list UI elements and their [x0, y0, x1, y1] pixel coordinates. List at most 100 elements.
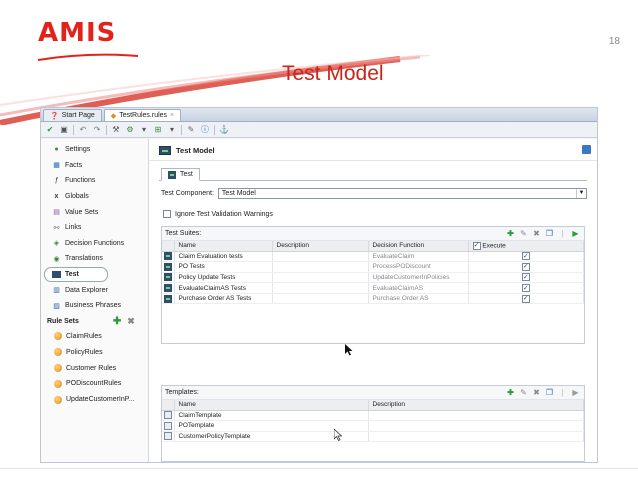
- sidebar-item-test[interactable]: Test: [44, 266, 108, 283]
- toolbar: ✔ ▣ ↶ ↷ ⚒ ⚙ ▾ ⊞ ▾ ✎ ⓘ ⚓: [41, 122, 597, 138]
- table-header-description[interactable]: Description: [272, 241, 369, 252]
- tab-test[interactable]: Test: [161, 168, 200, 181]
- ruleset-item[interactable]: PolicyRules: [41, 344, 148, 360]
- copy-icon[interactable]: ❐: [545, 229, 554, 238]
- test-suites-header: Test Suites: ✚ ✎ ✖ ❐ | ▶: [162, 227, 584, 241]
- chevron-down-icon[interactable]: ▾: [139, 125, 149, 135]
- test-component-select[interactable]: Test Model ▼: [217, 187, 587, 199]
- gear-icon[interactable]: ⚙: [125, 125, 135, 135]
- suite-description[interactable]: [272, 272, 369, 284]
- add-icon[interactable]: ⊞: [153, 125, 163, 135]
- ignore-warnings-checkbox[interactable]: [163, 210, 171, 218]
- sidebar-item-translations[interactable]: ◉ Translations: [41, 251, 148, 267]
- table-header-name[interactable]: Name: [174, 241, 273, 252]
- sidebar-item-value-sets[interactable]: ▤ Value Sets: [41, 204, 148, 220]
- ruleset-item[interactable]: ClaimRules: [41, 329, 148, 345]
- ignore-warnings-row: Ignore Test Validation Warnings: [163, 208, 273, 220]
- suite-name[interactable]: Purchase Order AS Tests: [174, 293, 273, 305]
- execute-checkbox[interactable]: ✓: [521, 294, 530, 303]
- test-suite-icon: [164, 262, 172, 271]
- suite-name[interactable]: PO Tests: [174, 261, 273, 273]
- suite-description[interactable]: [272, 261, 369, 273]
- suite-function[interactable]: Purchase Order AS: [368, 293, 469, 305]
- sidebar-item-functions[interactable]: ƒ Functions: [41, 173, 148, 189]
- business-phrases-icon: ▨: [53, 302, 60, 310]
- table-header-decision-function[interactable]: Decision Function: [368, 241, 469, 252]
- table-header-row: Name Description Decision Function ✓ Exe…: [162, 241, 584, 252]
- execute-checkbox[interactable]: ✓: [521, 273, 530, 282]
- deploy-icon[interactable]: ⚓: [219, 125, 229, 135]
- chevron-down-icon[interactable]: ▾: [167, 125, 177, 135]
- table-row[interactable]: EvaluateClaimAS Tests EvaluateClaimAS ✓: [162, 282, 584, 294]
- undo-icon[interactable]: ↶: [78, 125, 88, 135]
- table-header-execute[interactable]: ✓ Execute: [468, 241, 584, 252]
- globals-icon: x: [54, 193, 59, 201]
- copy-icon[interactable]: ❐: [545, 388, 554, 397]
- table-row[interactable]: POTemplate: [162, 420, 584, 432]
- suite-function[interactable]: UpdateCustomerInPolicies: [368, 272, 469, 284]
- sidebar-item-globals[interactable]: x Globals: [41, 189, 148, 205]
- run-icon[interactable]: ▶: [571, 388, 580, 397]
- copy-icon[interactable]: [582, 145, 591, 154]
- table-row[interactable]: PO Tests ProcessPODiscount ✓: [162, 261, 584, 273]
- edit-icon[interactable]: ✎: [519, 388, 528, 397]
- tab-start-page[interactable]: ❓ Start Page: [43, 109, 102, 121]
- redo-icon[interactable]: ↷: [92, 125, 102, 135]
- delete-icon[interactable]: ✖: [127, 316, 135, 327]
- execute-checkbox[interactable]: ✓: [521, 284, 530, 293]
- suite-description[interactable]: [272, 282, 369, 294]
- add-icon[interactable]: ✚: [506, 388, 515, 397]
- execute-checkbox[interactable]: ✓: [521, 252, 530, 261]
- chevron-down-icon[interactable]: ▼: [576, 188, 586, 198]
- suite-name[interactable]: EvaluateClaimAS Tests: [174, 282, 273, 294]
- suite-function[interactable]: EvaluateClaimAS: [368, 282, 469, 294]
- delete-icon[interactable]: ✖: [532, 388, 541, 397]
- template-description[interactable]: [368, 431, 584, 443]
- add-icon[interactable]: ✚: [113, 316, 121, 327]
- template-description[interactable]: [368, 420, 584, 432]
- save-icon[interactable]: ▣: [59, 125, 69, 135]
- table-header-name[interactable]: Name: [174, 400, 369, 411]
- templates-panel: Templates: ✚ ✎ ✖ ❐ | ▶ Name Description …: [161, 385, 585, 462]
- suite-function[interactable]: EvaluateClaim: [368, 251, 469, 263]
- suite-function[interactable]: ProcessPODiscount: [368, 261, 469, 273]
- edit-icon[interactable]: ✎: [186, 125, 196, 135]
- ruleset-item[interactable]: PODiscountRules: [41, 376, 148, 392]
- table-row[interactable]: Policy Update Tests UpdateCustomerInPoli…: [162, 272, 584, 284]
- table-header-row: Name Description: [162, 400, 584, 411]
- edit-icon[interactable]: ✎: [519, 229, 528, 238]
- sidebar-item-data-explorer[interactable]: ▥ Data Explorer: [41, 282, 148, 298]
- suite-name[interactable]: Claim Evaluation tests: [174, 251, 273, 263]
- validate-icon[interactable]: ✔: [45, 125, 55, 135]
- sidebar-item-decision-functions[interactable]: ◈ Decision Functions: [41, 236, 148, 252]
- row-icon-cell: [162, 282, 175, 294]
- suite-name[interactable]: Policy Update Tests: [174, 272, 273, 284]
- tab-testrules[interactable]: ◆ TestRules.rules ×: [103, 109, 182, 121]
- tools-icon[interactable]: ⚒: [111, 125, 121, 135]
- ruleset-item[interactable]: UpdateCustomerInP...: [41, 392, 148, 408]
- table-row[interactable]: ClaimTemplate: [162, 410, 584, 422]
- sidebar-item-settings[interactable]: ● Settings: [41, 142, 148, 158]
- delete-icon[interactable]: ✖: [532, 229, 541, 238]
- run-icon[interactable]: ▶: [571, 229, 580, 238]
- template-description[interactable]: [368, 410, 584, 422]
- table-row[interactable]: Purchase Order AS Tests Purchase Order A…: [162, 293, 584, 305]
- info-icon[interactable]: ⓘ: [200, 125, 210, 135]
- suite-description[interactable]: [272, 293, 369, 305]
- template-name[interactable]: ClaimTemplate: [174, 410, 369, 422]
- sidebar-item-business-phrases[interactable]: ▨ Business Phrases: [41, 298, 148, 314]
- table-header-description[interactable]: Description: [368, 400, 584, 411]
- sidebar-item-links[interactable]: ⚯ Links: [41, 220, 148, 236]
- sidebar-item-facts[interactable]: ▦ Facts: [41, 158, 148, 174]
- ruleset-item[interactable]: Customer Rules: [41, 360, 148, 376]
- execute-header-label: Execute: [482, 242, 506, 250]
- close-icon[interactable]: ×: [170, 112, 174, 119]
- sidebar-item-label: Test: [65, 271, 79, 279]
- add-icon[interactable]: ✚: [506, 229, 515, 238]
- table-row[interactable]: Claim Evaluation tests EvaluateClaim ✓: [162, 251, 584, 263]
- execute-checkbox[interactable]: ✓: [521, 262, 530, 271]
- table-row[interactable]: CustomerPolicyTemplate: [162, 431, 584, 443]
- execute-all-checkbox[interactable]: ✓: [472, 241, 481, 250]
- suite-description[interactable]: [272, 251, 369, 263]
- tab-label: TestRules.rules: [119, 112, 168, 119]
